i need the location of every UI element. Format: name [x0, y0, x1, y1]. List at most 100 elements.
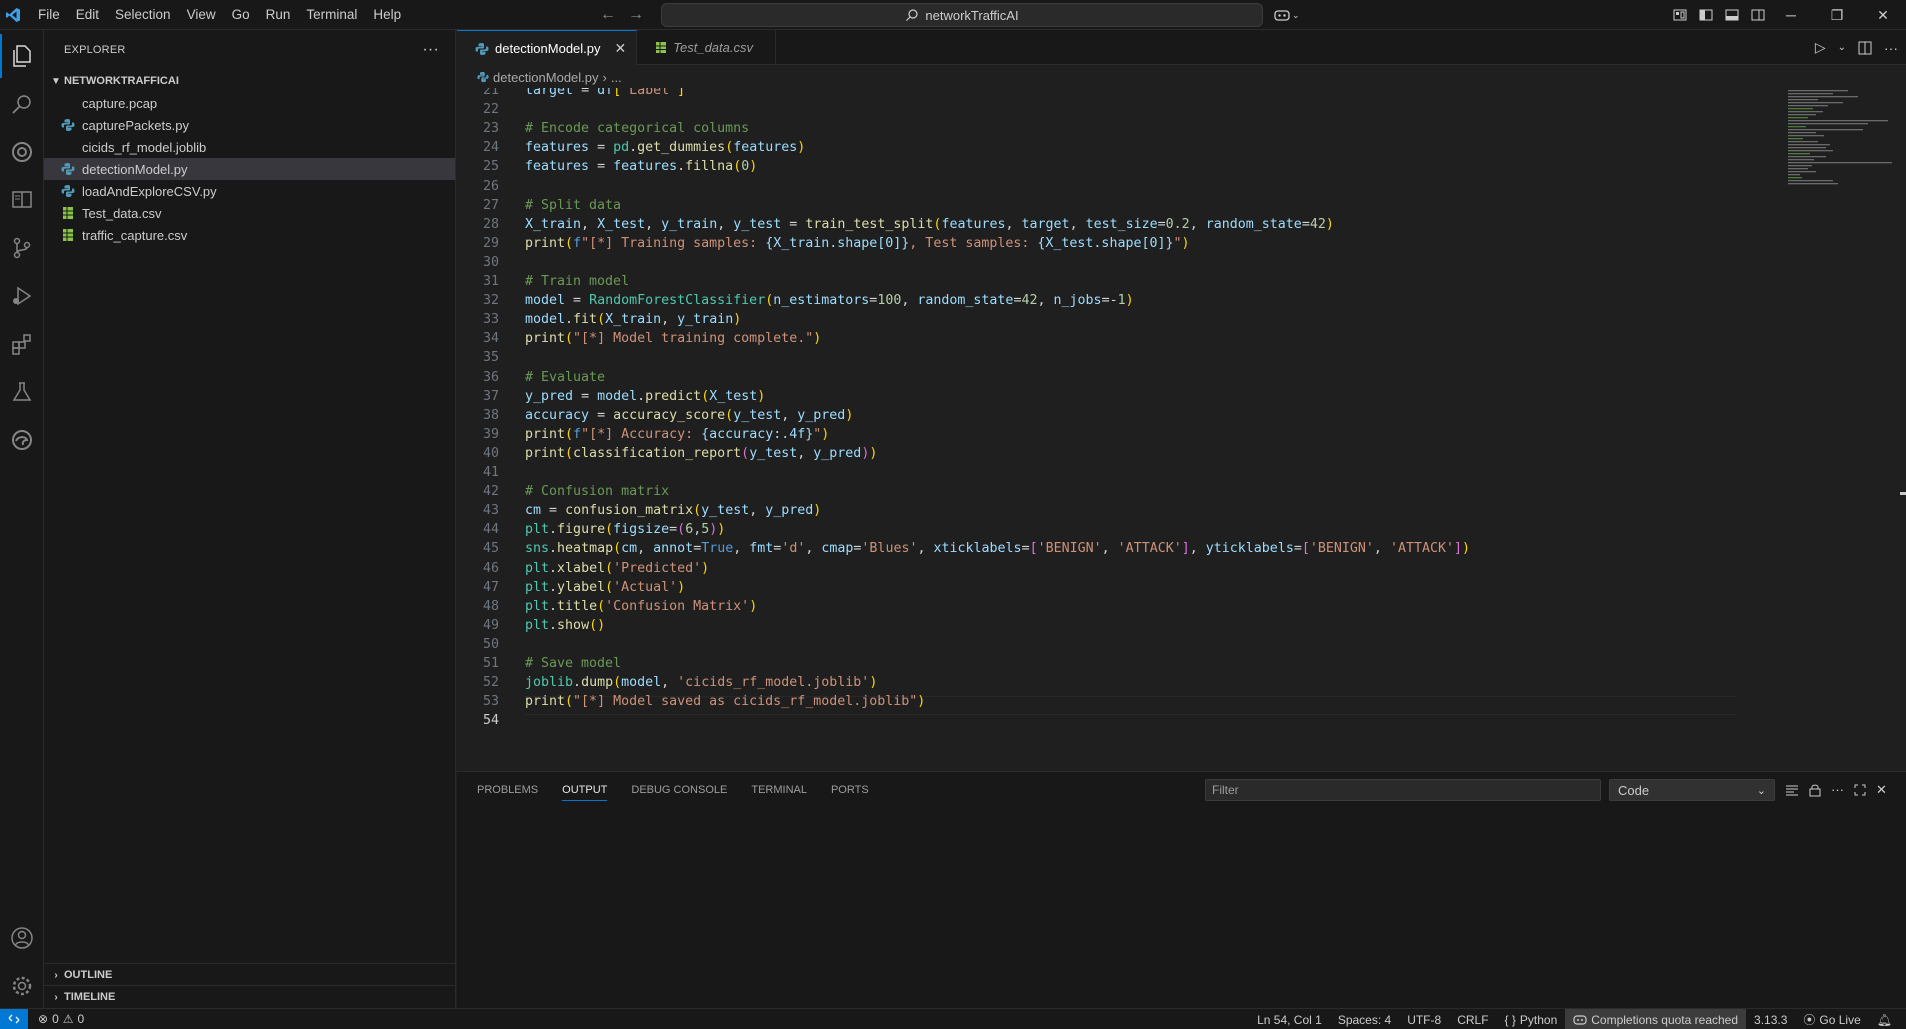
braces-icon: { } [1504, 1012, 1516, 1027]
file-tree-item[interactable]: traffic_capture.csv [44, 224, 455, 246]
toggle-primary-sidebar-icon[interactable] [1698, 7, 1714, 23]
tab-output[interactable]: OUTPUT [562, 784, 608, 801]
restore-button[interactable]: ❐ [1814, 0, 1860, 30]
error-icon: ⊗ [38, 1012, 49, 1026]
output-channel-value: Code [1618, 782, 1650, 798]
back-arrow-icon[interactable]: ← [600, 6, 616, 24]
tab-detectionmodel[interactable]: detectionModel.py ✕ [457, 30, 638, 66]
source-control-icon[interactable] [0, 226, 44, 270]
extensions-icon[interactable] [0, 322, 44, 366]
menu-view[interactable]: View [179, 0, 224, 30]
toggle-panel-icon[interactable] [1724, 7, 1740, 23]
problems-status[interactable]: ⊗ 0 ⚠ 0 [38, 1012, 84, 1026]
command-center-search[interactable]: networkTrafficAI [661, 3, 1263, 27]
minimap[interactable] [1784, 88, 1894, 208]
run-icon[interactable]: ▷ [1815, 39, 1826, 56]
code-line: 23 # Encode categorical columns [457, 119, 1777, 138]
close-icon[interactable]: ✕ [615, 40, 627, 57]
code-text: plt.figure(figsize=(6,5)) [525, 522, 726, 538]
encoding[interactable]: UTF-8 [1399, 1009, 1449, 1029]
file-tree-item[interactable]: detectionModel.py [44, 158, 455, 180]
output-channel-select[interactable]: Code ⌄ [1609, 779, 1775, 801]
tab-test-data[interactable]: Test_data.csv [637, 30, 776, 65]
toggle-secondary-sidebar-icon[interactable] [1750, 7, 1766, 23]
forward-arrow-icon[interactable]: → [628, 6, 644, 24]
cursor-position[interactable]: Ln 54, Col 1 [1249, 1009, 1330, 1029]
customize-layout-icon[interactable] [1672, 7, 1688, 23]
code-text: plt.xlabel('Predicted') [525, 560, 710, 576]
split-editor-icon[interactable] [1858, 41, 1872, 55]
code-line: 42 # Confusion matrix [457, 482, 1777, 501]
lock-icon[interactable] [1809, 783, 1821, 797]
file-tree-item[interactable]: capture.pcap [44, 92, 455, 114]
code-line: 34 print("[*] Model training complete.") [457, 329, 1777, 348]
copilot-warning-icon [1573, 1014, 1587, 1025]
menu-run[interactable]: Run [258, 0, 299, 30]
menu-file[interactable]: File [30, 0, 68, 30]
testing-flask-icon[interactable] [0, 370, 44, 414]
file-tree-item[interactable]: cicids_rf_model.joblib [44, 136, 455, 158]
go-live-button[interactable]: ⦿ Go Live [1795, 1009, 1868, 1029]
language-mode[interactable]: { } Python [1497, 1009, 1566, 1029]
code-editor[interactable]: 21 target = df['Label'] 22 23 # Encode categ… [457, 88, 1777, 768]
file-tree-item[interactable]: capturePackets.py [44, 114, 455, 136]
line-number: 38 [482, 407, 499, 423]
menu-terminal[interactable]: Terminal [298, 0, 365, 30]
output-filter-input[interactable]: Filter [1205, 779, 1601, 801]
menu-go[interactable]: Go [224, 0, 258, 30]
remote-indicator-icon[interactable] [0, 1008, 28, 1029]
edge-devtools-icon[interactable] [0, 418, 44, 462]
breadcrumb-file[interactable]: detectionModel.py [493, 70, 599, 85]
menu-edit[interactable]: Edit [68, 0, 107, 30]
more-actions-icon[interactable]: ··· [422, 41, 439, 59]
line-number: 52 [482, 675, 499, 691]
minimize-button[interactable]: ─ [1768, 0, 1814, 30]
menu-selection[interactable]: Selection [107, 0, 179, 30]
chevron-down-icon: ⌄ [1756, 784, 1766, 797]
tab-ports[interactable]: PORTS [831, 784, 869, 796]
chevron-down-icon[interactable]: ⌄ [1838, 42, 1846, 53]
notebook-icon[interactable] [0, 178, 44, 222]
workspace-folder-header[interactable]: ▼ NETWORKTRAFFICAI [44, 70, 455, 92]
indentation[interactable]: Spaces: 4 [1330, 1009, 1399, 1029]
run-debug-icon[interactable] [0, 274, 44, 318]
accounts-icon[interactable] [0, 916, 44, 960]
python-interpreter[interactable]: 3.13.3 [1746, 1009, 1795, 1029]
copilot-chat-icon[interactable] [0, 130, 44, 174]
more-actions-icon[interactable]: ··· [1831, 782, 1844, 797]
more-actions-icon[interactable]: ··· [1884, 40, 1898, 56]
search-view-icon[interactable] [0, 82, 44, 126]
notifications-bell-icon[interactable]: 🔔︎ [1869, 1009, 1900, 1029]
copilot-status[interactable]: Completions quota reached [1565, 1009, 1747, 1029]
line-number: 34 [482, 331, 499, 347]
menu-help[interactable]: Help [365, 0, 409, 30]
code-line: 52 joblib.dump(model, 'cicids_rf_model.jo… [457, 673, 1777, 692]
close-window-button[interactable]: ✕ [1860, 0, 1906, 30]
settings-gear-icon[interactable] [0, 964, 44, 1008]
breadcrumb-symbol[interactable]: ... [611, 70, 622, 85]
csv-icon [60, 205, 76, 221]
timeline-section[interactable]: › TIMELINE [44, 985, 456, 1008]
file-tree-item[interactable]: loadAndExploreCSV.py [44, 180, 455, 202]
copilot-menu-button[interactable]: ⌄ [1274, 4, 1300, 26]
python-icon [60, 183, 76, 199]
tab-terminal[interactable]: TERMINAL [751, 784, 807, 796]
activity-bar [0, 30, 44, 1008]
code-line: 39 print(f"[*] Accuracy: {accuracy:.4f}") [457, 425, 1777, 444]
tab-problems[interactable]: PROBLEMS [477, 784, 538, 796]
nav-arrows: ← → [600, 0, 644, 30]
word-wrap-icon[interactable] [1785, 783, 1799, 797]
close-panel-icon[interactable]: ✕ [1876, 782, 1887, 798]
line-number: 50 [482, 636, 499, 652]
file-tree-item[interactable]: Test_data.csv [44, 202, 455, 224]
line-number: 44 [482, 522, 499, 538]
line-endings[interactable]: CRLF [1449, 1009, 1496, 1029]
scrollbar-thumb[interactable] [1900, 492, 1906, 495]
code-text: # Train model [525, 274, 630, 289]
code-line: 37 y_pred = model.predict(X_test) [457, 387, 1777, 406]
tab-debug-console[interactable]: DEBUG CONSOLE [631, 784, 727, 796]
explorer-icon[interactable] [0, 34, 44, 78]
bottom-panel: PROBLEMS OUTPUT DEBUG CONSOLE TERMINAL P… [457, 771, 1906, 1008]
outline-section[interactable]: › OUTLINE [44, 963, 456, 986]
maximize-panel-icon[interactable] [1854, 784, 1866, 796]
